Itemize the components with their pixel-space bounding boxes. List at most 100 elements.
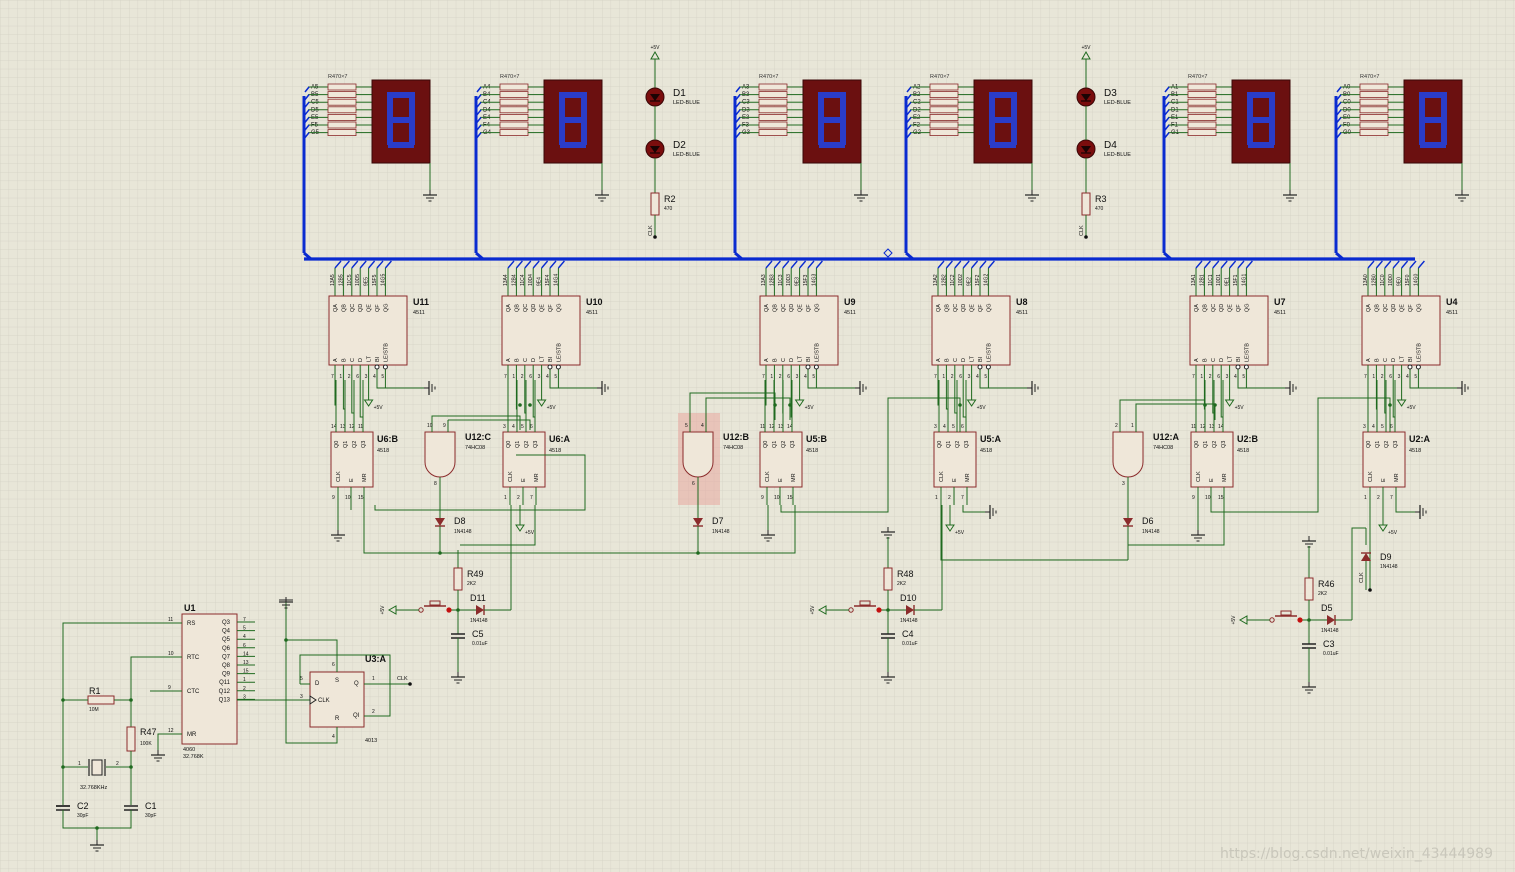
decoder-pin-number: 1 — [512, 374, 515, 380]
counter-pin-number: 7 — [1390, 495, 1393, 501]
capacitor-ref: C1 — [145, 801, 157, 811]
junction-dot — [61, 698, 65, 702]
decoder-output-label: QB — [341, 304, 347, 312]
watermark: https://blog.csdn.net/weixin_43444989 — [1219, 846, 1493, 862]
segment-resistor — [499, 98, 529, 106]
decoder-input-label: BI — [978, 356, 984, 362]
decoder-top-pin: 10D2 — [958, 274, 964, 286]
resistor-array-label: R470×7 — [500, 74, 519, 80]
decoder-pin-number: 3 — [538, 374, 541, 380]
led-ref: D3 — [1104, 88, 1117, 99]
segment-resistor — [929, 91, 959, 98]
counter-pin-number: 4 — [1372, 424, 1375, 430]
resistor-value: 2K2 — [467, 581, 476, 587]
diode-ref: D11 — [470, 593, 486, 603]
segment-resistor — [1187, 83, 1217, 91]
resistor-ref: R46 — [1318, 579, 1335, 589]
decoder-ref: U8 — [1016, 297, 1028, 307]
resistor-ref: R2 — [664, 194, 676, 204]
decoder-pin-number: 4 — [1234, 374, 1237, 380]
gate-ref: U12:B — [723, 432, 750, 442]
decoder-top-pin: 10D4 — [528, 274, 534, 286]
segment-resistor — [499, 106, 529, 114]
decoder-pin-number: 3 — [1226, 374, 1229, 380]
gate-pin-number: 4 — [701, 423, 704, 429]
decoder-pin-number: 6 — [1217, 374, 1220, 380]
resistor-body — [87, 695, 115, 705]
decoder-pin-number: 1 — [770, 374, 773, 380]
vcc-label: +5V — [1388, 530, 1398, 536]
counter-q-label: Q2 — [1212, 441, 1218, 448]
counter-pin-number: 2 — [1377, 495, 1380, 501]
flipflop-pin-label: D — [315, 681, 320, 687]
counter-q-label: Q3 — [790, 441, 796, 448]
oscillator-pin-label: Q12 — [219, 689, 231, 695]
decoder-part: 4511 — [1274, 310, 1286, 316]
counter-q-label: Q2 — [1384, 441, 1390, 448]
decoder-input-label: LT — [970, 355, 976, 362]
oscillator-pin-label: Q5 — [222, 637, 231, 643]
counter-bottom-label: CLK — [336, 471, 342, 482]
decoder-output-label: QC — [1383, 304, 1389, 312]
counter-bottom-label: CLK — [1196, 471, 1202, 482]
led-ref: D1 — [673, 88, 686, 99]
decoder-input-label: D — [961, 358, 967, 362]
and-gate-u12a — [1112, 431, 1144, 478]
counter-pin-number: 1 — [935, 495, 938, 501]
counter-bottom-label: CLK — [939, 471, 945, 482]
segment-resistor — [1359, 83, 1389, 91]
capacitor-ref: C4 — [902, 629, 914, 639]
decoder-input-label: C — [1211, 358, 1217, 362]
decoder-pin-number: 4 — [373, 374, 376, 380]
capacitor-value: 30pF — [145, 813, 156, 819]
inverter-bubble — [555, 364, 561, 370]
decoder-top-pin: 11C1 — [1208, 274, 1214, 286]
vcc-label: +5V — [1231, 615, 1237, 625]
counter-ref: U6:B — [377, 434, 399, 444]
decoder-part: 4511 — [1016, 310, 1028, 316]
decoder-top-pin: 14G2 — [983, 274, 989, 286]
decoder-output-label: QD — [358, 304, 364, 312]
inverter-bubble — [1407, 364, 1413, 370]
oscillator-pin-label: RTC — [187, 655, 200, 661]
counter-bottom-label: CLK — [765, 471, 771, 482]
decoder-top-pin: 12B0 — [1371, 274, 1377, 286]
decoder-output-label: QG — [814, 303, 820, 312]
flipflop-pin-number: 1 — [372, 676, 375, 682]
counter-q-label: Q1 — [946, 441, 952, 448]
display-segment — [1269, 92, 1275, 120]
decoder-input-label: BI — [548, 356, 554, 362]
counter-ref: U2:B — [1237, 434, 1259, 444]
decoder-pin-number: 6 — [1389, 374, 1392, 380]
display-segment — [409, 120, 415, 145]
decoder-input-label: A — [333, 358, 339, 362]
decoder-top-pin: 10D5 — [355, 274, 361, 286]
decoder-pin-number: 6 — [356, 374, 359, 380]
flipflop-pin-number: 6 — [332, 662, 335, 668]
inverter-bubble — [382, 364, 388, 370]
decoder-pin-number: 5 — [1242, 374, 1245, 380]
decoder-input-label: A — [506, 358, 512, 362]
gate-pin-number: 3 — [1122, 481, 1125, 487]
counter-bottom-label: E — [349, 478, 355, 482]
terminal-dot — [408, 682, 412, 686]
display-segment — [387, 92, 393, 120]
decoder-top-pin: 10D3 — [786, 274, 792, 286]
decoder-pin-number: 1 — [1372, 374, 1375, 380]
decoder-output-label: QA — [1194, 304, 1200, 312]
decoder-top-pin: 13A4 — [503, 274, 509, 286]
counter-q-label: Q1 — [515, 441, 521, 448]
vcc-label: +5V — [977, 405, 987, 411]
decoder-input-label: LT — [367, 355, 373, 362]
vcc-label: +5V — [810, 605, 816, 615]
decoder-output-label: QF — [806, 304, 812, 312]
button-contact — [876, 607, 882, 613]
vcc-label: +5V — [955, 530, 965, 536]
counter-q-label: Q1 — [343, 441, 349, 448]
decoder-top-pin: 9E3 — [795, 277, 801, 286]
counter-pin-number: 9 — [332, 495, 335, 501]
segment-resistor — [1359, 121, 1389, 129]
segment-resistor — [327, 114, 357, 121]
counter-bottom-label: MR — [534, 473, 540, 482]
resistor-ref: R1 — [89, 686, 101, 696]
